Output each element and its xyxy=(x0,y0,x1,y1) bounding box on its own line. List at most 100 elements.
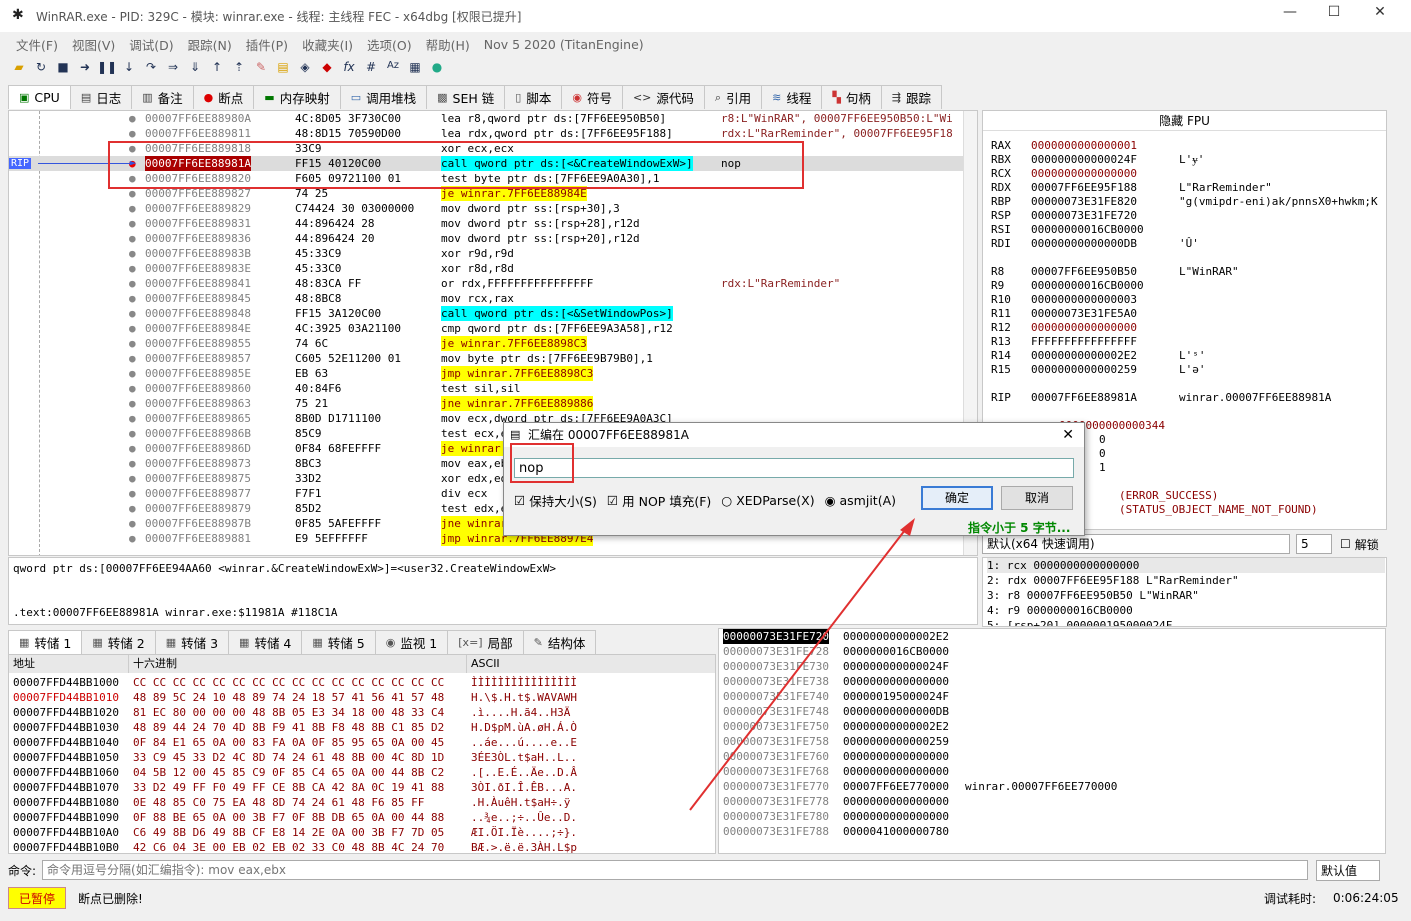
register-row[interactable]: R8 00007FF6EE950B50 L"WinRAR" xyxy=(989,265,1384,279)
breakpoint-slot-icon[interactable]: ● xyxy=(129,141,136,156)
nop-fill-checkbox[interactable]: ☑ xyxy=(607,493,618,508)
breakpoint-slot-icon[interactable]: ● xyxy=(129,396,136,411)
breakpoint-slot-icon[interactable]: ● xyxy=(129,231,136,246)
disasm-row[interactable]: ● 00007FF6EE889820 F605 09721100 01 test by… xyxy=(9,171,977,186)
bookmarks-icon[interactable]: ◆ xyxy=(316,60,338,78)
cancel-button[interactable]: 取消 xyxy=(1001,486,1073,510)
step-over-icon[interactable]: ↷ xyxy=(140,60,162,78)
dump-row[interactable]: 00007FFD44BB1000 CC CC CC CC CC CC CC CC … xyxy=(9,675,709,690)
stack-row[interactable]: 00000073E31FE740 000000195000024F xyxy=(719,689,1379,704)
dump-row[interactable]: 00007FFD44BB1020 81 EC 80 00 00 00 48 8B … xyxy=(9,705,709,720)
tab-seh[interactable]: ▩ SEH 链 xyxy=(426,85,506,109)
stack-row[interactable]: 00000073E31FE778 0000000000000000 xyxy=(719,794,1379,809)
register-row[interactable]: RBX 000000000000024F L'ɏ' xyxy=(989,153,1384,167)
tab-threads[interactable]: ≋ 线程 xyxy=(761,85,823,109)
breakpoint-slot-icon[interactable]: ● xyxy=(129,171,136,186)
asmjit-radio[interactable]: ◉ xyxy=(825,493,836,508)
close-window-button[interactable]: ✕ xyxy=(1360,4,1400,26)
disasm-row[interactable]: ● 00007FF6EE889845 48:8BC8 mov rcx,rax xyxy=(9,291,977,306)
dialog-close-icon[interactable]: ✕ xyxy=(1062,423,1074,447)
register-row[interactable]: RBP 00000073E31FE820 "g(vmipdr-eni)ak/pnns… xyxy=(989,195,1384,209)
tab-memory-map[interactable]: ▬ 内存映射 xyxy=(253,85,341,109)
comments-icon[interactable]: ▤ xyxy=(272,60,294,78)
breakpoint-slot-icon[interactable]: ● xyxy=(129,126,136,141)
globe-icon[interactable]: ● xyxy=(426,60,448,78)
disasm-row[interactable]: ● 00007FF6EE889848 FF15 3A120C00 call qword… xyxy=(9,306,977,321)
menu-debug[interactable]: 调试(D) xyxy=(129,35,173,54)
dump-tab-3[interactable]: ▦ 转储 3 xyxy=(154,630,230,654)
tab-trace[interactable]: ⇶ 跟踪 xyxy=(880,85,943,109)
minimize-button[interactable]: — xyxy=(1270,4,1310,26)
tab-cpu[interactable]: ▣ CPU xyxy=(8,85,71,109)
unlock-checkbox[interactable]: ☐ xyxy=(1340,537,1351,551)
menu-plugins[interactable]: 插件(P) xyxy=(246,35,288,54)
disasm-row[interactable]: ● 00007FF6EE88980A 4C:8D05 3F730C00 lea r8,… xyxy=(9,111,977,126)
struct-tab[interactable]: ✎ 结构体 xyxy=(522,630,597,654)
step-into-icon[interactable]: ↓ xyxy=(118,60,140,78)
disasm-row[interactable]: ● 00007FF6EE889811 48:8D15 70590D00 lea rdx… xyxy=(9,126,977,141)
stack-row[interactable]: 00000073E31FE728 0000000016CB0000 xyxy=(719,644,1379,659)
patch-icon[interactable]: ✎ xyxy=(250,60,272,78)
arg-count-spinner[interactable]: 5 xyxy=(1296,534,1332,554)
breakpoint-slot-icon[interactable]: ● xyxy=(129,201,136,216)
fpu-toggle[interactable]: 隐藏 FPU xyxy=(983,111,1386,131)
tab-log[interactable]: ▤ 日志 xyxy=(69,85,133,109)
breakpoint-slot-icon[interactable]: ● xyxy=(129,516,136,531)
stack-row[interactable]: 00000073E31FE720 00000000000002E2 xyxy=(719,629,1379,644)
register-row[interactable]: R9 00000000016CB0000 xyxy=(989,279,1384,293)
dump-row[interactable]: 00007FFD44BB1060 04 5B 12 00 45 85 C9 0F … xyxy=(9,765,709,780)
menu-help[interactable]: 帮助(H) xyxy=(426,35,470,54)
register-row[interactable]: RCX 0000000000000000 xyxy=(989,167,1384,181)
breakpoint-slot-icon[interactable]: ● xyxy=(129,321,136,336)
register-row[interactable]: RSP 00000073E31FE720 xyxy=(989,209,1384,223)
locals-tab[interactable]: [x=] 局部 xyxy=(447,630,524,654)
breakpoint-slot-icon[interactable]: ● xyxy=(129,531,136,546)
tab-source[interactable]: <> 源代码 xyxy=(621,85,705,109)
labels-icon[interactable]: ◈ xyxy=(294,60,316,78)
breakpoint-slot-icon[interactable]: ● xyxy=(129,111,136,126)
register-row[interactable]: R14 00000000000002E2 L'ˢ' xyxy=(989,349,1384,363)
stack-row[interactable]: 00000073E31FE748 00000000000000DB xyxy=(719,704,1379,719)
pause-icon[interactable]: ❚❚ xyxy=(96,60,118,78)
dump-row[interactable]: 00007FFD44BB1070 33 D2 49 FF F0 49 FF CE … xyxy=(9,780,709,795)
dump-row[interactable]: 00007FFD44BB1030 48 89 44 24 70 4D 8B F9 … xyxy=(9,720,709,735)
stop-icon[interactable]: ■ xyxy=(52,60,74,78)
breakpoint-slot-icon[interactable]: ● xyxy=(129,306,136,321)
register-row[interactable]: RSI 00000000016CB0000 xyxy=(989,223,1384,237)
keep-size-checkbox[interactable]: ☑ xyxy=(514,493,525,508)
dump-tab-5[interactable]: ▦ 转储 5 xyxy=(301,630,376,654)
disasm-row[interactable]: ● 00007FF6EE88983B 45:33C9 xor r9d,r9d xyxy=(9,246,977,261)
disasm-row[interactable]: ● 00007FF6EE88981A FF15 40120C00 call qword… xyxy=(9,156,977,171)
breakpoint-slot-icon[interactable]: ● xyxy=(129,351,136,366)
breakpoint-slot-icon[interactable]: ● xyxy=(129,381,136,396)
calculator-icon[interactable]: ▦ xyxy=(404,60,426,78)
breakpoint-slot-icon[interactable]: ● xyxy=(129,336,136,351)
stack-row[interactable]: 00000073E31FE750 00000000000002E2 xyxy=(719,719,1379,734)
command-mode-select[interactable]: 默认值 xyxy=(1316,859,1381,881)
open-icon[interactable]: ▰ xyxy=(8,60,30,78)
breakpoint-slot-icon[interactable]: ● xyxy=(129,276,136,291)
disasm-row[interactable]: ● 00007FF6EE889827 74 25 je winrar.7FF6EE88… xyxy=(9,186,977,201)
dump-row[interactable]: 00007FFD44BB10B0 42 C6 04 3E 00 EB 02 EB … xyxy=(9,840,709,853)
hex-dump[interactable]: 地址 十六进制 ASCII 00007FFD44BB1000 CC CC CC C… xyxy=(8,654,716,854)
breakpoint-slot-icon[interactable]: ● xyxy=(129,291,136,306)
trace-into-icon[interactable]: ⇒ xyxy=(162,60,184,78)
dump-row[interactable]: 00007FFD44BB1040 0F 84 E1 65 0A 00 83 FA … xyxy=(9,735,709,750)
breakpoint-slot-icon[interactable]: ● xyxy=(129,216,136,231)
disasm-row[interactable]: ● 00007FF6EE889860 40:84F6 test sil,sil xyxy=(9,381,977,396)
breakpoint-slot-icon[interactable]: ● xyxy=(129,501,136,516)
stack-view[interactable]: 00000073E31FE720 00000000000002E2 00000073… xyxy=(718,628,1386,854)
call-convention-select[interactable]: 默认(x64 快速调用) xyxy=(982,534,1290,554)
stack-row[interactable]: 00000073E31FE768 0000000000000000 xyxy=(719,764,1379,779)
dump-tab-1[interactable]: ▦ 转储 1 xyxy=(8,630,83,654)
disasm-row[interactable]: ● 00007FF6EE88985E EB 63 jmp winrar.7FF6EE8… xyxy=(9,366,977,381)
tab-script[interactable]: ▯ 脚本 xyxy=(504,85,563,109)
stack-row[interactable]: 00000073E31FE730 000000000000024F xyxy=(719,659,1379,674)
stack-row[interactable]: 00000073E31FE758 0000000000000259 xyxy=(719,734,1379,749)
breakpoint-slot-icon[interactable]: ● xyxy=(129,456,136,471)
maximize-button[interactable]: ☐ xyxy=(1314,4,1354,26)
breakpoint-slot-icon[interactable]: ● xyxy=(129,471,136,486)
breakpoint-slot-icon[interactable]: ● xyxy=(129,186,136,201)
breakpoint-slot-icon[interactable]: ● xyxy=(129,261,136,276)
breakpoint-slot-icon[interactable]: ● xyxy=(129,486,136,501)
